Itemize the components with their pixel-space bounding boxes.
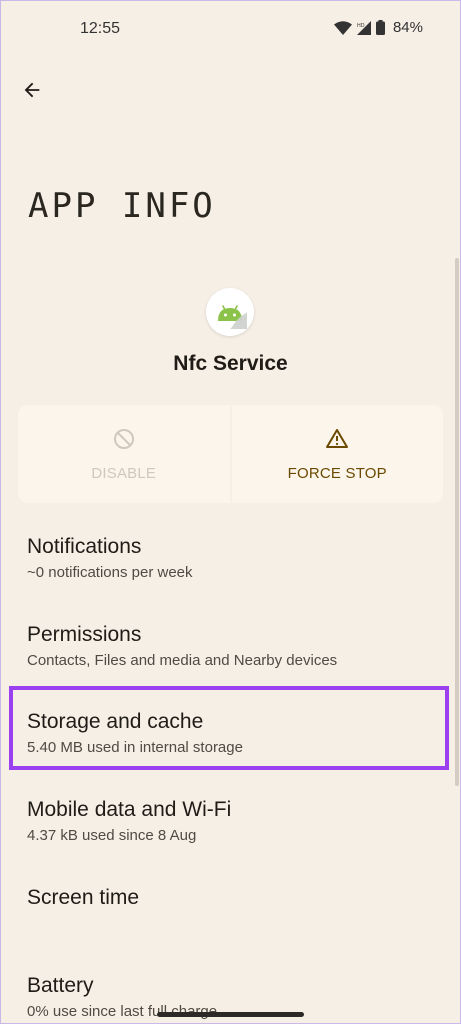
- arrow-back-icon: [24, 82, 40, 98]
- svg-text:HD: HD: [357, 23, 365, 29]
- list-item-title: Notifications: [27, 535, 142, 558]
- cellular-signal-icon: HD: [356, 20, 371, 35]
- warning-icon: [326, 428, 349, 448]
- battery-percentage: 84%: [392, 19, 423, 36]
- list-item-notifications[interactable]: Notifications ~0 notifications per week: [0, 520, 461, 600]
- list-item-title: Screen time: [27, 886, 140, 909]
- list-item-title: Battery: [27, 974, 94, 997]
- status-bar: 12:55 HD 84%: [0, 0, 461, 56]
- app-name: Nfc Service: [173, 352, 288, 375]
- action-buttons: DISABLE FORCE STOP: [18, 405, 443, 503]
- list-item-mobile-data-wifi[interactable]: Mobile data and Wi-Fi 4.37 kB used since…: [0, 784, 461, 864]
- list-item-title: Permissions: [27, 623, 142, 646]
- disable-icon: [113, 428, 134, 449]
- status-icons: HD 84%: [333, 19, 423, 36]
- list-item-screen-time[interactable]: Screen time: [0, 872, 461, 932]
- page-title: APP INFO: [28, 186, 216, 226]
- list-item-permissions[interactable]: Permissions Contacts, Files and media an…: [0, 608, 461, 688]
- gesture-navigation-bar[interactable]: [157, 1012, 304, 1017]
- list-item-title: Mobile data and Wi-Fi: [27, 798, 232, 821]
- force-stop-button[interactable]: FORCE STOP: [231, 405, 443, 503]
- list-item-subtitle: ~0 notifications per week: [27, 564, 193, 581]
- status-time: 12:55: [80, 20, 121, 37]
- wifi-icon: [333, 20, 352, 35]
- list-item-storage-and-cache[interactable]: Storage and cache 5.40 MB used in intern…: [0, 696, 461, 776]
- list-item-title: Storage and cache: [27, 710, 204, 733]
- android-robot-icon: [218, 305, 247, 329]
- back-button[interactable]: [14, 72, 50, 108]
- disable-button[interactable]: DISABLE: [18, 405, 230, 503]
- force-stop-label: FORCE STOP: [287, 464, 387, 482]
- app-icon: [206, 288, 254, 336]
- disable-label: DISABLE: [91, 464, 157, 482]
- list-item-subtitle: Contacts, Files and media and Nearby dev…: [27, 652, 338, 669]
- list-item-subtitle: 5.40 MB used in internal storage: [27, 739, 243, 756]
- battery-icon: [375, 20, 385, 35]
- screen-frame: [0, 0, 461, 1024]
- scrollbar[interactable]: [455, 258, 459, 786]
- list-item-subtitle: 4.37 kB used since 8 Aug: [27, 827, 197, 844]
